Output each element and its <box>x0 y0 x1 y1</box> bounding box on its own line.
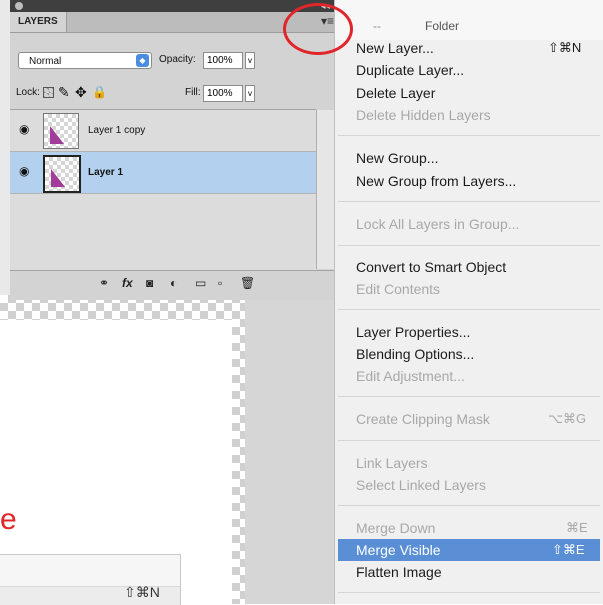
fill-dropdown-icon[interactable]: v <box>245 85 255 102</box>
visibility-eye-icon[interactable]: ◉ <box>19 122 35 136</box>
lock-position-icon[interactable]: ✥ <box>75 84 87 101</box>
folder-label: Folder <box>425 19 460 33</box>
lock-transparent-pixels-icon[interactable] <box>43 87 54 98</box>
shortcut-merge-down: ⌘E <box>566 520 588 535</box>
shortcut-new-layer: ⇧⌘N <box>548 40 582 55</box>
menu-item-edit-adjustment: Edit Adjustment... <box>356 368 465 384</box>
layer-row-layer-1[interactable]: ◉ Layer 1 <box>10 152 316 194</box>
layer-thumbnail <box>43 113 79 149</box>
menu-item-new-group[interactable]: New Group... <box>356 147 438 169</box>
workspace-strip <box>245 300 335 604</box>
menu-item-merge-visible[interactable]: Merge Visible <box>356 539 441 561</box>
menu-separator <box>338 135 600 136</box>
menu-item-select-linked-layers: Select Linked Layers <box>356 477 486 493</box>
new-layer-icon[interactable]: ▫ <box>218 276 222 290</box>
menu-item-lock-all-layers: Lock All Layers in Group... <box>356 216 520 232</box>
red-annotation-text: e <box>0 503 17 536</box>
mask-icon[interactable]: ◙ <box>146 276 153 290</box>
menu-item-new-layer[interactable]: New Layer... <box>356 37 434 59</box>
menu-item-convert-to-smart-object[interactable]: Convert to Smart Object <box>356 256 506 278</box>
thumbnail-shape <box>51 169 65 187</box>
blend-mode-select[interactable]: Normal <box>18 52 152 69</box>
menu-item-delete-layer[interactable]: Delete Layer <box>356 82 435 104</box>
menu-item-merge-down: Merge Down <box>356 520 436 536</box>
menu-item-new-group-from-layers[interactable]: New Group from Layers... <box>356 170 516 192</box>
visibility-eye-icon[interactable]: ◉ <box>19 164 35 178</box>
layer-name[interactable]: Layer 1 copy <box>88 125 145 136</box>
lock-all-icon[interactable]: 🔒 <box>92 85 107 99</box>
link-icon[interactable]: ⚭ <box>99 276 109 290</box>
opacity-input[interactable]: 100% <box>203 52 243 69</box>
menu-item-create-clipping-mask: Create Clipping Mask <box>356 411 490 427</box>
opacity-label: Opacity: <box>159 54 196 65</box>
menu-item-edit-contents: Edit Contents <box>356 281 441 297</box>
tab-layers[interactable]: LAYERS <box>10 12 67 32</box>
close-panel-icon[interactable] <box>15 2 23 10</box>
menu-item-link-layers: Link Layers <box>356 455 428 471</box>
menu-item-duplicate-layer[interactable]: Duplicate Layer... <box>356 59 464 81</box>
menu-item-delete-hidden-layers: Delete Hidden Layers <box>356 107 491 123</box>
mini-menu-shortcut: ⇧⌘N <box>124 584 160 600</box>
menu-separator <box>338 245 600 246</box>
menu-item-flatten-image[interactable]: Flatten Image <box>356 561 442 583</box>
menu-item-layer-properties[interactable]: Layer Properties... <box>356 321 470 343</box>
folder-icon[interactable]: ▭ <box>195 276 206 290</box>
layer-thumbnail <box>43 155 81 193</box>
menu-separator <box>338 440 600 441</box>
trash-icon[interactable]: 🗑 <box>240 276 255 290</box>
layers-panel: ◂◂ LAYERS ▾≡ Normal ◆ Opacity: 100% v Lo… <box>10 0 336 300</box>
lock-image-pixels-icon[interactable]: ✎ <box>58 84 70 101</box>
layer-list-scrollbar[interactable] <box>316 110 336 269</box>
opacity-dropdown-icon[interactable]: v <box>245 52 255 69</box>
menu-separator <box>338 505 600 506</box>
panel-title-bar[interactable] <box>10 0 335 12</box>
layer-row-layer-1-copy[interactable]: ◉ Layer 1 copy <box>10 110 316 152</box>
layer-name[interactable]: Layer 1 <box>88 167 123 178</box>
fill-label: Fill: <box>185 87 201 98</box>
menu-separator <box>338 309 600 310</box>
menu-separator <box>338 592 600 593</box>
shortcut-merge-visible: ⇧⌘E <box>552 542 585 557</box>
menu-separator <box>338 201 600 202</box>
blend-mode-stepper-icon[interactable]: ◆ <box>136 54 149 67</box>
thumbnail-shape <box>50 126 64 144</box>
menu-separator <box>338 396 600 397</box>
folder-dashes: -- <box>373 19 381 33</box>
lock-label: Lock: <box>16 87 40 98</box>
fx-icon[interactable]: fx <box>122 276 133 290</box>
adjustment-icon[interactable]: ◐ <box>170 276 177 290</box>
annotation-circle <box>283 3 353 55</box>
menu-item-blending-options[interactable]: Blending Options... <box>356 343 474 365</box>
fill-input[interactable]: 100% <box>203 85 243 102</box>
shortcut-create-clipping-mask: ⌥⌘G <box>548 411 587 426</box>
